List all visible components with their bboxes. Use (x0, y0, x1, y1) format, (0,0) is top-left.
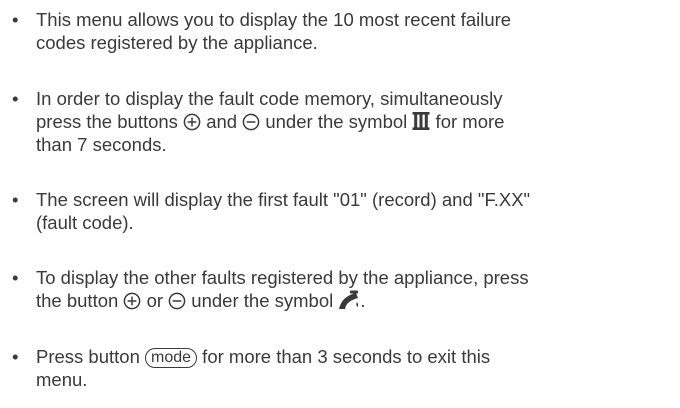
text-fragment: under the symbol (260, 111, 413, 132)
list-item-line: than 7 seconds. (36, 134, 167, 155)
list-item: • In order to display the fault code mem… (12, 87, 672, 156)
plus-circle-icon (183, 113, 201, 131)
list-item: • The screen will display the first faul… (12, 188, 672, 234)
text-fragment: the button (36, 290, 124, 311)
list-item: • To display the other faults registered… (12, 266, 672, 312)
mode-button-symbol: mode (145, 348, 198, 368)
bullet: • (12, 9, 19, 30)
list-item-line: codes registered by the appliance. (36, 32, 318, 53)
text-fragment: press the buttons (36, 111, 184, 132)
minus-circle-icon (242, 113, 260, 131)
bullet: • (12, 267, 19, 288)
bullet: • (12, 346, 19, 367)
plus-circle-icon (123, 292, 141, 310)
minus-circle-icon (168, 292, 186, 310)
bullet: • (12, 88, 19, 109)
text-fragment: or (141, 290, 169, 311)
list-item: • Press button mode for more than 3 seco… (12, 345, 672, 391)
list-item-line: (fault code). (36, 212, 134, 233)
text-fragment: Press button (36, 346, 146, 367)
bullet: • (12, 189, 19, 210)
radiator-icon (412, 111, 430, 131)
text-fragment: under the symbol (186, 290, 339, 311)
text-fragment: for more (430, 111, 505, 132)
list-item-line: press the buttons and under the symbol f… (36, 110, 672, 133)
list-item: • This menu allows you to display the 10… (12, 8, 672, 54)
list-item-line: The screen will display the first fault … (36, 189, 531, 210)
text-fragment: . (360, 290, 366, 311)
instruction-page: • This menu allows you to display the 10… (0, 0, 680, 408)
tap-icon (338, 290, 360, 310)
text-fragment: for more than 3 seconds to exit this (197, 346, 491, 367)
text-fragment: and (201, 111, 243, 132)
list-item-line: To display the other faults registered b… (36, 267, 529, 288)
list-item-line: This menu allows you to display the 10 m… (36, 9, 512, 30)
list-item-line: Press button mode for more than 3 second… (36, 345, 672, 368)
list-item-line: In order to display the fault code memor… (36, 88, 503, 109)
list-item-line: the button or under the symbol . (36, 289, 672, 312)
list-item-line: menu. (36, 369, 88, 390)
